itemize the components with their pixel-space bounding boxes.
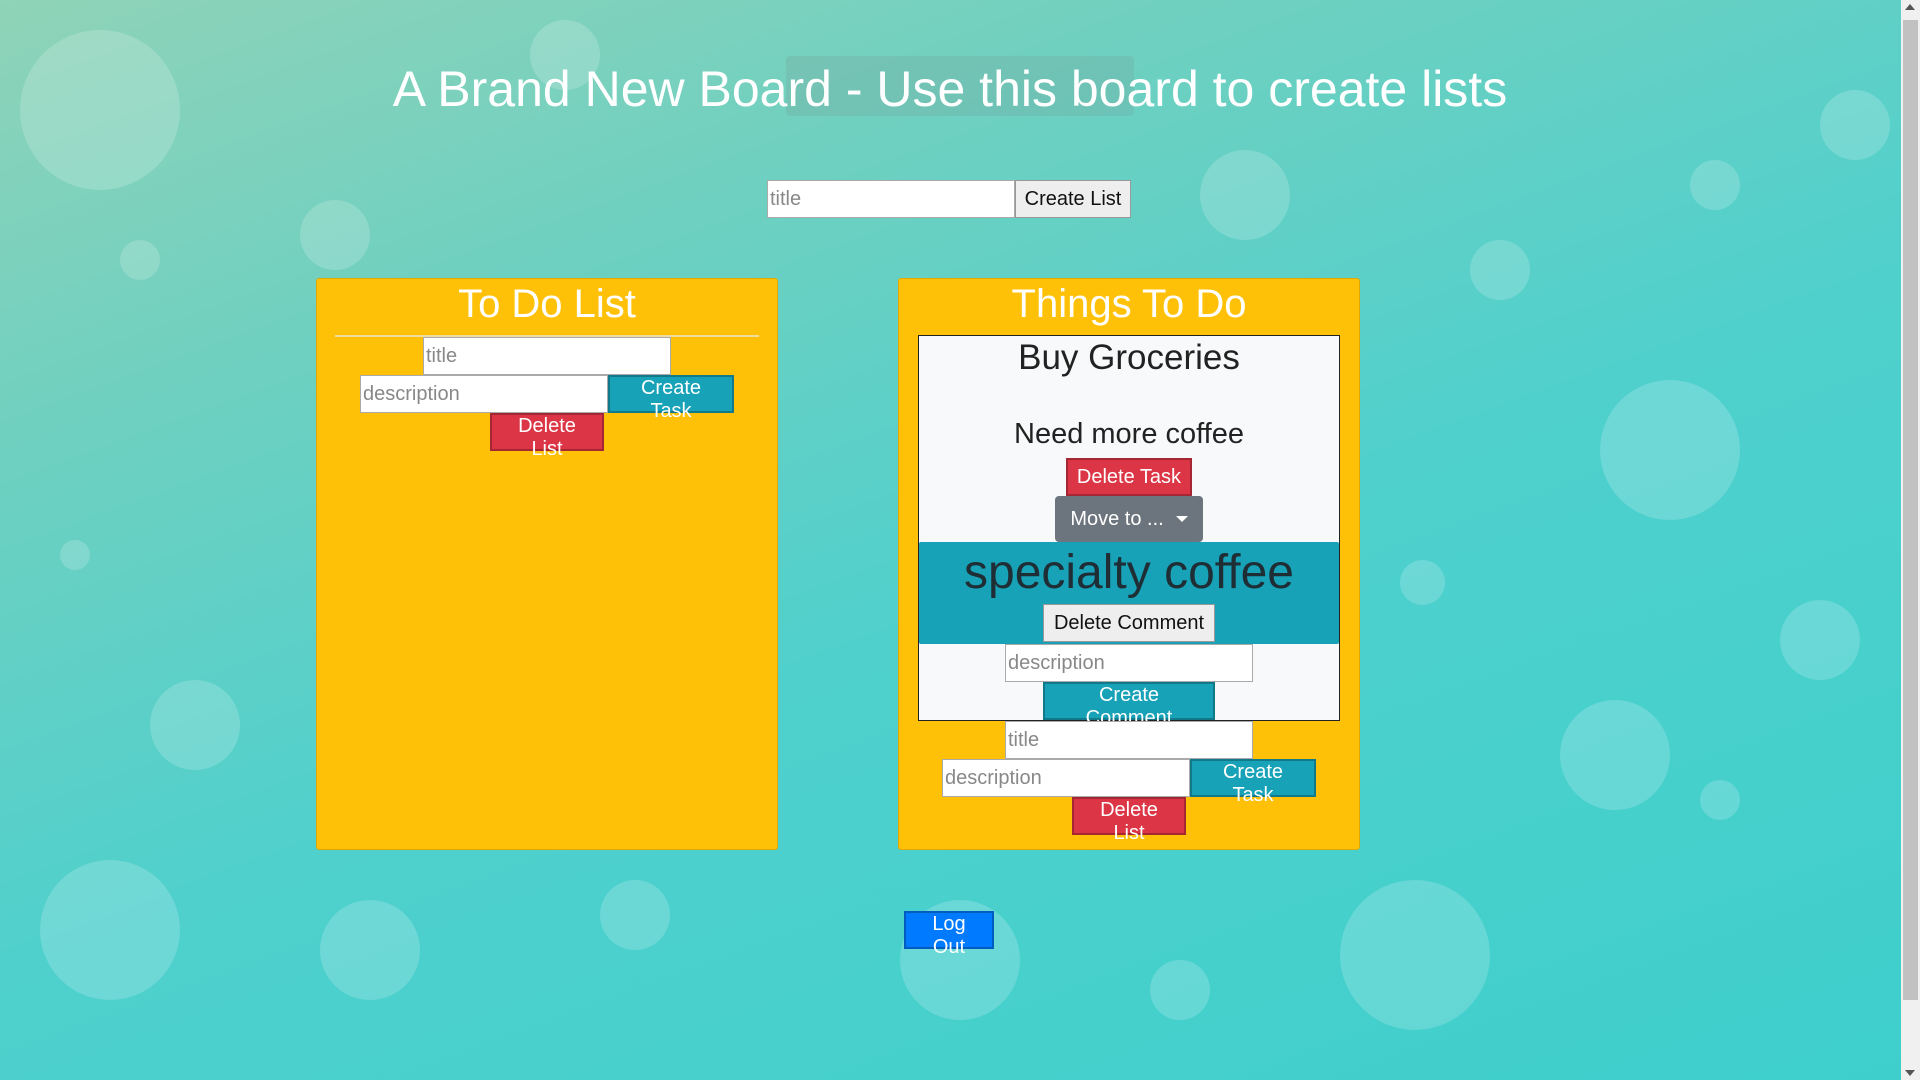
task-description: Need more coffee	[1014, 418, 1244, 450]
list-title-input[interactable]	[767, 180, 1015, 218]
task-description-input[interactable]	[360, 375, 608, 413]
task-title: Buy Groceries	[1018, 338, 1240, 377]
task-description-input[interactable]	[942, 759, 1190, 797]
create-task-button[interactable]: Create Task	[608, 375, 734, 422]
task-title-input[interactable]	[423, 337, 671, 375]
delete-list-button[interactable]: Delete List	[1072, 797, 1186, 844]
comment-input[interactable]	[1005, 644, 1253, 682]
task-card: Buy Groceries Need more coffee Delete Ta…	[918, 335, 1340, 729]
delete-list-button[interactable]: Delete List	[490, 413, 604, 460]
task-title-input[interactable]	[1005, 721, 1253, 759]
chevron-down-icon	[1175, 516, 1188, 523]
scroll-down-arrow-icon[interactable]	[1905, 1070, 1915, 1076]
create-list-button[interactable]: Create List	[1015, 180, 1131, 218]
delete-comment-button[interactable]: Delete Comment	[1043, 604, 1215, 642]
comment-text: specialty coffee	[964, 546, 1294, 599]
move-to-label: Move to ...	[1070, 507, 1164, 530]
create-task-button[interactable]: Create Task	[1190, 759, 1316, 806]
create-list-form: Create List	[767, 180, 1131, 218]
comment-card: specialty coffee Delete Comment	[919, 542, 1339, 644]
logout-button[interactable]: Log Out	[904, 911, 994, 958]
list-title: To Do List	[458, 282, 636, 326]
scrollbar-thumb[interactable]	[1903, 20, 1918, 1000]
move-to-dropdown[interactable]: Move to ...	[1055, 496, 1203, 542]
scroll-up-arrow-icon[interactable]	[1905, 4, 1915, 10]
page-scrollbar[interactable]	[1901, 0, 1920, 1080]
board-title: A Brand New Board - Use this board to cr…	[392, 61, 1508, 117]
delete-task-button[interactable]: Delete Task	[1066, 458, 1192, 496]
list-card-to-do: To Do List Create Task Delete List	[316, 278, 778, 850]
list-card-things-to-do: Things To Do Buy Groceries Need more cof…	[898, 278, 1360, 850]
create-comment-button[interactable]: Create Comment	[1043, 682, 1215, 729]
list-title: Things To Do	[1011, 282, 1247, 326]
